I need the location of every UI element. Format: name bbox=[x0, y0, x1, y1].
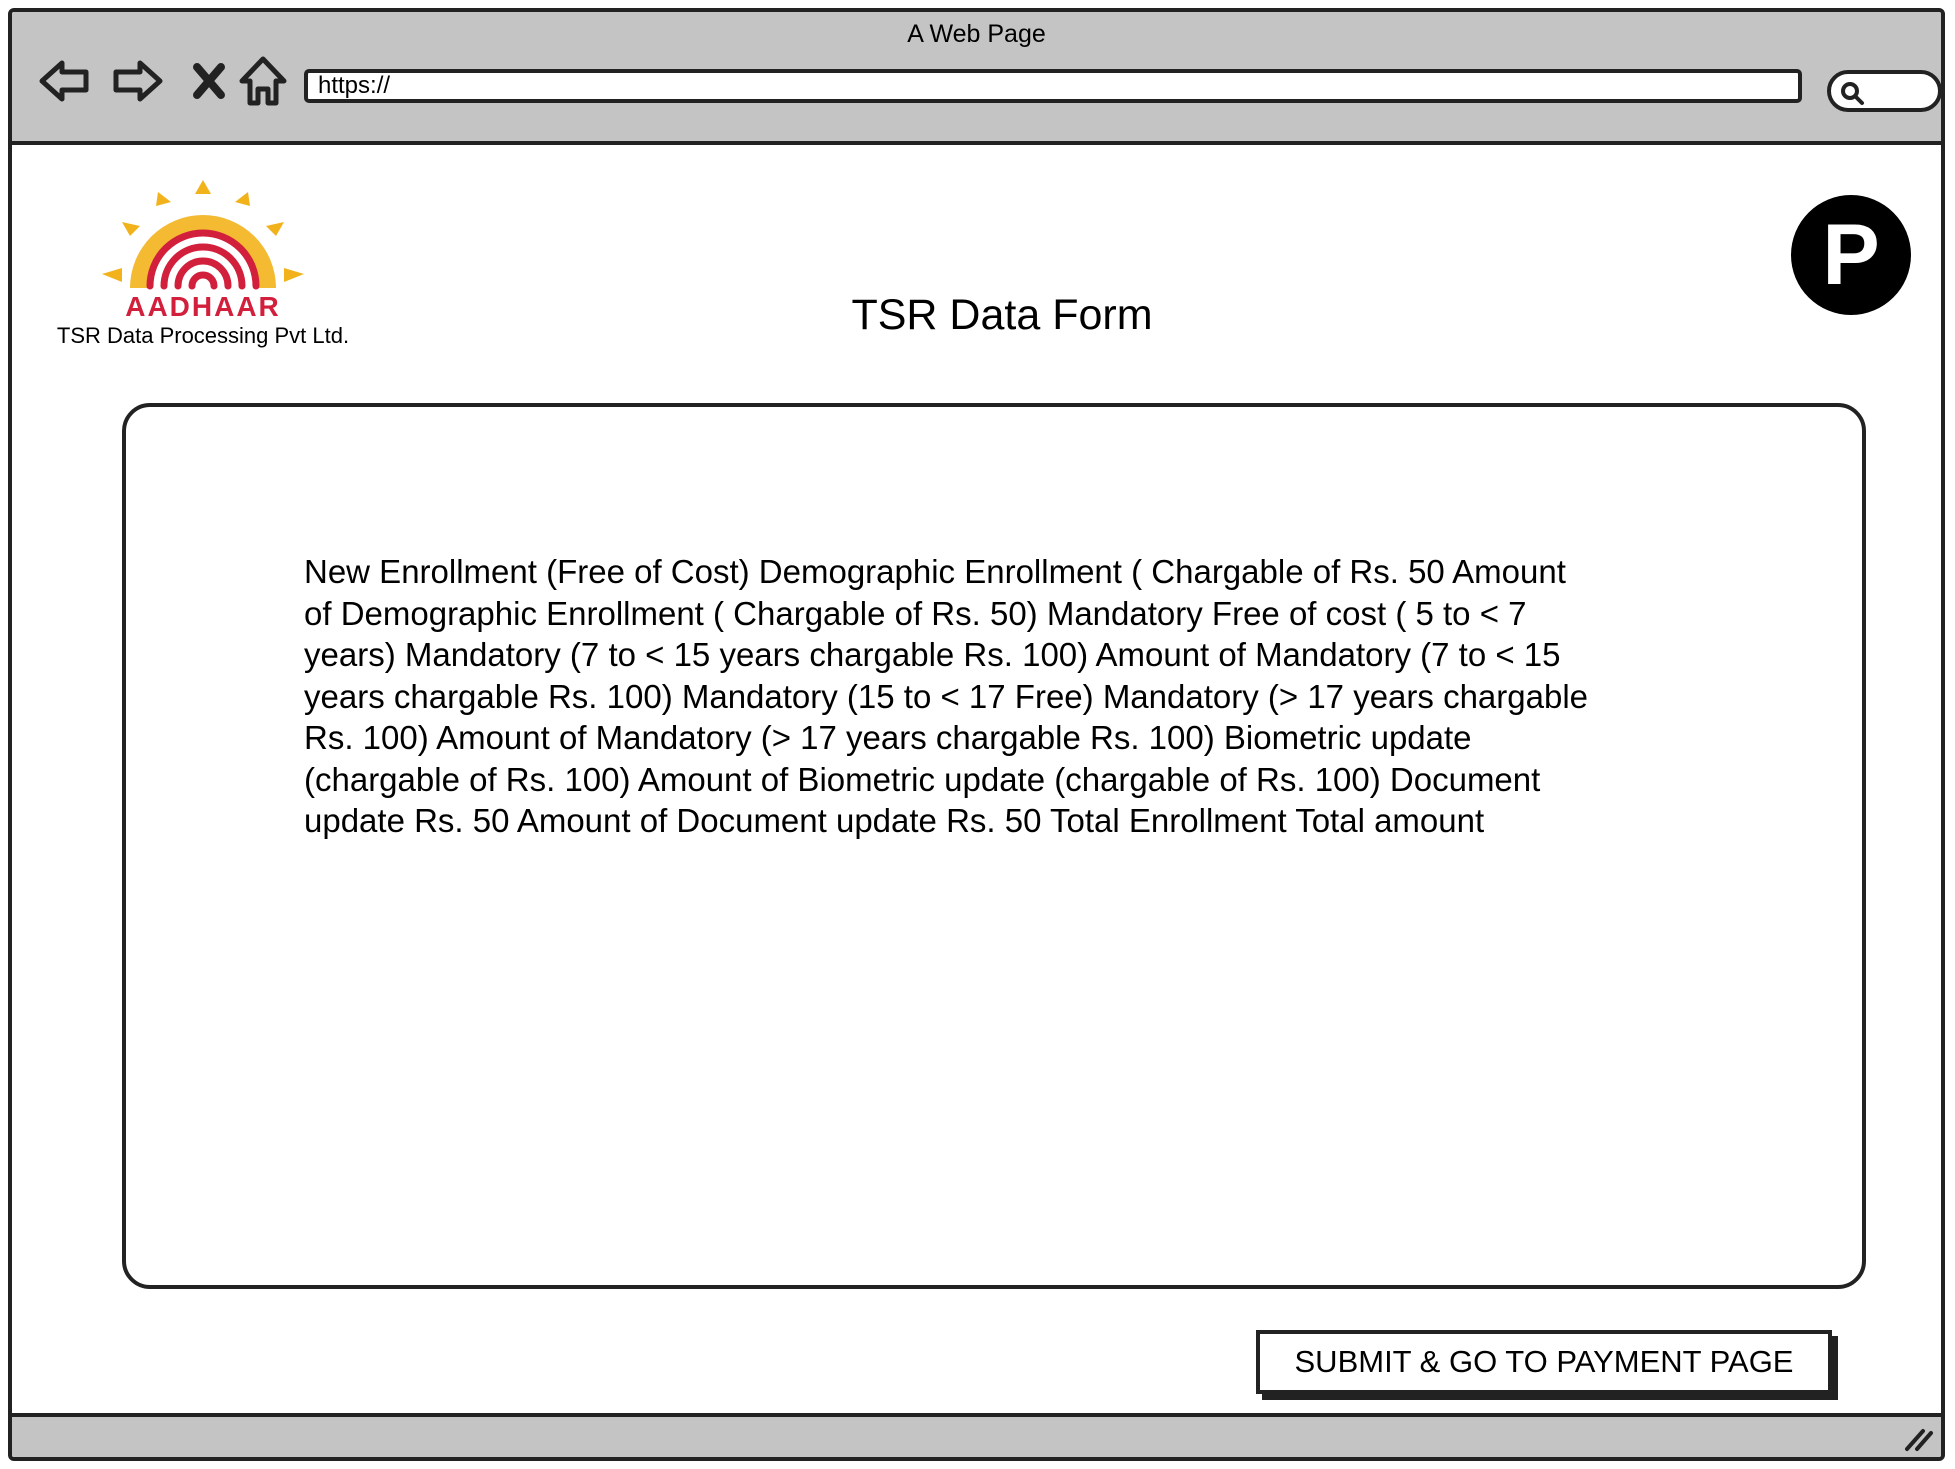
page-title: TSR Data Form bbox=[851, 291, 1153, 339]
back-button[interactable] bbox=[36, 52, 94, 110]
aadhaar-fingerprint-sun-icon bbox=[102, 180, 304, 290]
close-x-icon bbox=[193, 63, 225, 99]
browser-window: A Web Page https:// AADHAAR TSR Data Pro… bbox=[8, 8, 1945, 1461]
url-input[interactable] bbox=[304, 69, 1802, 103]
forward-button[interactable] bbox=[108, 52, 166, 110]
user-avatar[interactable]: P bbox=[1791, 195, 1911, 315]
forward-arrow-icon bbox=[113, 60, 163, 102]
form-fields-text: New Enrollment (Free of Cost) Demographi… bbox=[304, 553, 1589, 839]
home-icon bbox=[239, 56, 287, 106]
home-button[interactable] bbox=[234, 52, 292, 110]
stop-button[interactable] bbox=[180, 52, 238, 110]
browser-status-bar bbox=[12, 1413, 1941, 1457]
window-title: A Web Page bbox=[907, 20, 1046, 48]
back-arrow-icon bbox=[39, 60, 89, 102]
submit-payment-button[interactable]: SUBMIT & GO TO PAYMENT PAGE bbox=[1256, 1330, 1832, 1394]
form-panel: New Enrollment (Free of Cost) Demographi… bbox=[122, 403, 1866, 1289]
search-icon bbox=[1841, 82, 1864, 105]
logo-wordmark: AADHAAR bbox=[125, 291, 281, 322]
company-name: TSR Data Processing Pvt Ltd. bbox=[56, 323, 350, 348]
aadhaar-logo: AADHAAR TSR Data Processing Pvt Ltd. bbox=[38, 180, 368, 350]
browser-search-button[interactable] bbox=[1827, 70, 1941, 112]
browser-toolbar: A Web Page bbox=[12, 12, 1941, 145]
resize-grip-icon[interactable] bbox=[1901, 1421, 1935, 1453]
